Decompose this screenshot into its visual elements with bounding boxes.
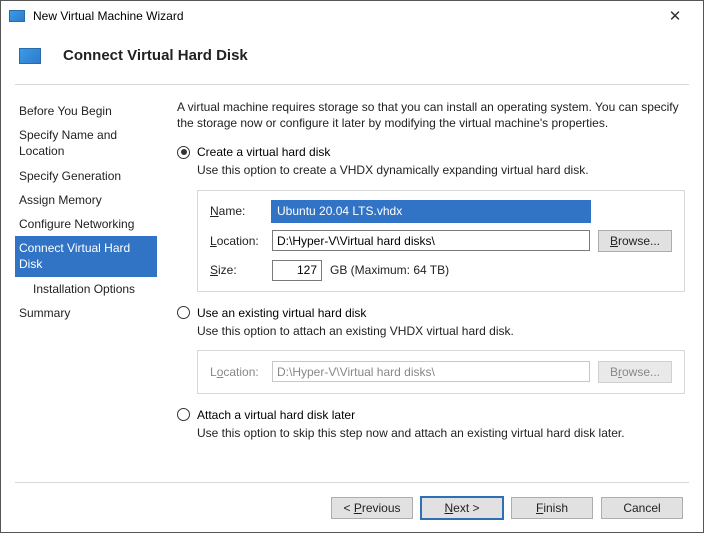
wizard-main: A virtual machine requires storage so th…	[177, 99, 685, 482]
create-vhd-form: Name: Location: Browse... Size: GB (Maxi…	[197, 190, 685, 292]
wizard-steps-sidebar: Before You Begin Specify Name and Locati…	[15, 99, 157, 482]
sidebar-item-specify-generation[interactable]: Specify Generation	[15, 164, 157, 188]
hint-create: Use this option to create a VHDX dynamic…	[197, 162, 685, 178]
hint-existing: Use this option to attach an existing VH…	[197, 323, 685, 339]
window-title: New Virtual Machine Wizard	[33, 9, 655, 23]
size-input[interactable]	[272, 260, 322, 281]
sidebar-item-before-you-begin[interactable]: Before You Begin	[15, 99, 157, 123]
next-button[interactable]: Next >	[421, 497, 503, 519]
previous-button[interactable]: < Previous	[331, 497, 413, 519]
sidebar-item-assign-memory[interactable]: Assign Memory	[15, 188, 157, 212]
sidebar-item-specify-name[interactable]: Specify Name and Location	[15, 123, 157, 163]
existing-location-input	[272, 361, 590, 382]
radio-later-label: Attach a virtual hard disk later	[197, 408, 355, 422]
titlebar: New Virtual Machine Wizard ✕	[1, 1, 703, 31]
size-label: Size:	[210, 263, 264, 277]
intro-text: A virtual machine requires storage so th…	[177, 99, 685, 131]
name-label: Name:	[210, 204, 264, 218]
hint-later: Use this option to skip this step now an…	[197, 425, 685, 441]
sidebar-item-connect-vhd[interactable]: Connect Virtual Hard Disk	[15, 236, 157, 276]
sidebar-item-configure-networking[interactable]: Configure Networking	[15, 212, 157, 236]
radio-existing-label: Use an existing virtual hard disk	[197, 306, 366, 320]
option-create-vhd: Create a virtual hard disk Use this opti…	[177, 145, 685, 291]
wizard-footer: < Previous Next > Finish Cancel	[15, 482, 689, 532]
existing-vhd-form: Location: Browse...	[197, 350, 685, 394]
app-icon	[9, 10, 25, 22]
wizard-header-icon	[19, 48, 41, 64]
close-icon[interactable]: ✕	[655, 7, 695, 25]
radio-use-existing[interactable]	[177, 306, 190, 319]
option-attach-later: Attach a virtual hard disk later Use thi…	[177, 408, 685, 441]
location-input[interactable]	[272, 230, 590, 251]
finish-button[interactable]: Finish	[511, 497, 593, 519]
browse-button[interactable]: Browse...	[598, 230, 672, 252]
name-input[interactable]	[272, 201, 590, 222]
radio-create-vhd[interactable]	[177, 146, 190, 159]
size-unit: GB (Maximum: 64 TB)	[330, 263, 449, 277]
location-label: Location:	[210, 234, 264, 248]
wizard-header: Connect Virtual Hard Disk	[1, 31, 703, 84]
option-use-existing: Use an existing virtual hard disk Use th…	[177, 306, 685, 394]
page-title: Connect Virtual Hard Disk	[63, 47, 248, 64]
cancel-button[interactable]: Cancel	[601, 497, 683, 519]
radio-attach-later[interactable]	[177, 408, 190, 421]
sidebar-item-summary[interactable]: Summary	[15, 301, 157, 325]
existing-browse-button: Browse...	[598, 361, 672, 383]
sidebar-item-installation-options[interactable]: Installation Options	[15, 277, 157, 301]
existing-location-label: Location:	[210, 365, 264, 379]
radio-create-label: Create a virtual hard disk	[197, 145, 330, 159]
